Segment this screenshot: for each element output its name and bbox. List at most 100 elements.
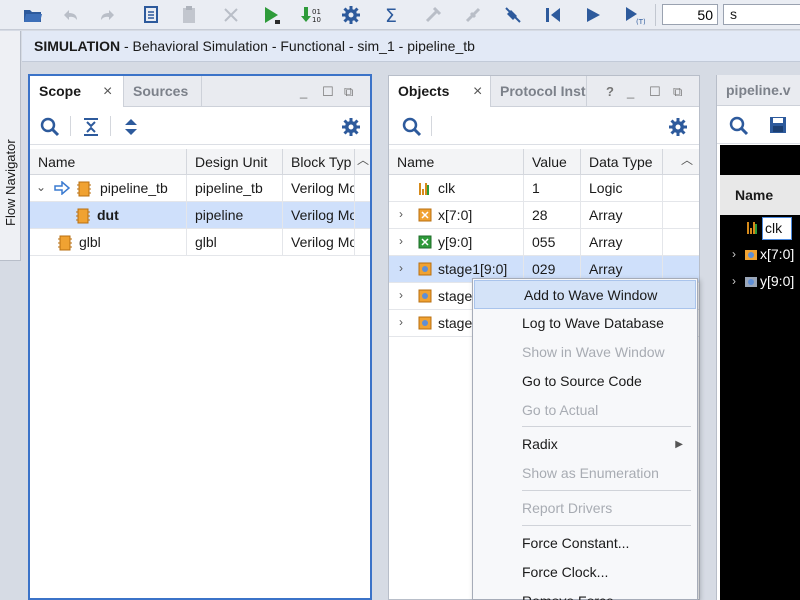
run-for-icon[interactable]: 01 10 [298, 2, 324, 28]
menu-item-remove-force[interactable]: Remove Force [473, 587, 697, 600]
maximize-icon[interactable]: ☐ [322, 84, 334, 100]
chevron-right-icon[interactable]: › [399, 261, 403, 275]
expand-chevron-icon[interactable]: ⌄ [36, 180, 46, 194]
object-row-y[interactable]: › y[9:0] 055 Array [389, 229, 699, 256]
tab-scope[interactable]: Scope × [30, 76, 124, 107]
help-icon[interactable]: ? [606, 84, 614, 99]
float-icon[interactable]: ⧉ [673, 84, 682, 100]
chevron-right-icon[interactable]: › [399, 288, 403, 302]
column-header-name[interactable]: Name [30, 149, 187, 175]
tab-objects[interactable]: Objects × [389, 76, 491, 107]
break-icon[interactable] [500, 2, 526, 28]
array-signal-icon [418, 235, 432, 249]
close-icon[interactable]: × [473, 76, 482, 107]
menu-item-show-in-wave-window[interactable]: Show in Wave Window [473, 338, 697, 367]
gear-icon[interactable] [668, 117, 688, 137]
scope-row-pipeline-tb[interactable]: ⌄ pipeline_tb pipeline_tb Verilog Mo [30, 175, 370, 202]
paste-icon[interactable] [176, 2, 202, 28]
logic-signal-icon [419, 183, 429, 195]
array-signal-icon [418, 316, 432, 330]
scope-name: dut [97, 202, 187, 229]
wave-signal-name[interactable]: clk [762, 217, 792, 240]
open-folder-icon[interactable] [20, 2, 46, 28]
chevron-right-icon[interactable]: › [399, 207, 403, 221]
flow-navigator-label[interactable]: Flow Navigator [3, 139, 18, 226]
scroll-up-icon[interactable]: ︿ [681, 151, 693, 168]
scope-table-header: Name Design Unit Block Typ ︿ [30, 149, 370, 175]
wave-row-clk[interactable]: clk [720, 215, 800, 242]
menu-item-add-to-wave-window[interactable]: Add to Wave Window [474, 280, 696, 309]
settings-icon[interactable] [338, 2, 364, 28]
chevron-right-icon[interactable]: › [732, 247, 736, 261]
wave-window-panel: pipeline.v Name clk › x[7:0] › y[9:0] [716, 75, 800, 600]
objects-toolbar [389, 107, 699, 145]
column-header-value[interactable]: Value [524, 149, 581, 175]
object-name: x[7:0] [438, 202, 524, 229]
svg-text:10: 10 [312, 16, 321, 24]
run-all-icon[interactable] [258, 2, 284, 28]
time-unit-select[interactable]: s [723, 4, 800, 25]
expand-all-icon[interactable] [122, 117, 140, 137]
delete-icon[interactable] [218, 2, 244, 28]
wave-name-header: Name [720, 175, 800, 215]
flow-navigator-collapsed[interactable]: Flow Navigator [0, 31, 21, 261]
collapse-all-icon[interactable] [82, 117, 100, 137]
search-icon[interactable] [40, 117, 60, 137]
wave-row-x[interactable]: › x[7:0] [720, 242, 800, 269]
chevron-right-icon[interactable]: › [732, 274, 736, 288]
menu-separator [522, 426, 691, 427]
menu-item-log-to-wave-database[interactable]: Log to Wave Database [473, 309, 697, 338]
minimize-icon[interactable]: _ [627, 84, 634, 99]
column-header-block-type[interactable]: Block Typ [283, 149, 355, 175]
menu-item-force-constant[interactable]: Force Constant... [473, 529, 697, 558]
object-row-clk[interactable]: clk 1 Logic [389, 175, 699, 202]
menu-item-go-to-actual[interactable]: Go to Actual [473, 396, 697, 425]
disabled-tool-icon[interactable] [420, 2, 446, 28]
maximize-icon[interactable]: ☐ [649, 84, 661, 100]
object-name: clk [438, 175, 524, 202]
copy-icon[interactable] [138, 2, 164, 28]
menu-item-report-drivers[interactable]: Report Drivers [473, 494, 697, 523]
logic-signal-icon [747, 222, 757, 234]
tab-pipeline-v[interactable]: pipeline.v [717, 75, 800, 106]
tab-protocol-inst[interactable]: Protocol Inst [491, 76, 587, 107]
save-icon[interactable] [769, 116, 787, 134]
main-toolbar: 0110 Σ (T) s [0, 0, 800, 30]
menu-item-go-to-source-code[interactable]: Go to Source Code [473, 367, 697, 396]
scope-design-unit: glbl [187, 229, 283, 256]
object-row-x[interactable]: › x[7:0] 28 Array [389, 202, 699, 229]
column-header-design-unit[interactable]: Design Unit [187, 149, 283, 175]
float-icon[interactable]: ⧉ [344, 84, 353, 100]
chevron-right-icon[interactable]: › [399, 234, 403, 248]
run-time-input[interactable] [662, 4, 718, 25]
scroll-up-icon[interactable]: ︿ [357, 151, 369, 168]
search-icon[interactable] [729, 116, 749, 136]
search-icon[interactable] [402, 117, 422, 137]
run-icon[interactable] [580, 2, 606, 28]
scope-row-glbl[interactable]: glbl glbl Verilog Mo [30, 229, 370, 256]
wave-name-area: Name clk › x[7:0] › y[9:0] [720, 145, 800, 600]
wave-signal-name: y[9:0] [760, 273, 795, 289]
close-icon[interactable]: × [103, 76, 112, 107]
current-scope-arrow-icon [54, 181, 70, 195]
restart-icon[interactable] [540, 2, 566, 28]
gear-icon[interactable] [341, 117, 361, 137]
column-header-data-type[interactable]: Data Type [581, 149, 663, 175]
menu-item-force-clock[interactable]: Force Clock... [473, 558, 697, 587]
step-icon[interactable]: (T) [621, 2, 647, 28]
redo-icon[interactable] [95, 2, 121, 28]
column-header-name[interactable]: Name [389, 149, 524, 175]
scope-block-type: Verilog Mo [283, 229, 355, 256]
chevron-right-icon[interactable]: › [399, 315, 403, 329]
module-icon [77, 181, 91, 197]
menu-item-show-as-enumeration[interactable]: Show as Enumeration [473, 459, 697, 488]
scope-row-dut[interactable]: dut pipeline Verilog Mo [30, 202, 370, 229]
wave-column-header-name[interactable]: Name [735, 187, 773, 203]
wave-row-y[interactable]: › y[9:0] [720, 269, 800, 296]
minimize-icon[interactable]: _ [300, 84, 307, 99]
sum-icon[interactable]: Σ [379, 2, 405, 28]
undo-icon[interactable] [57, 2, 83, 28]
menu-item-radix[interactable]: Radix ▶ [473, 430, 697, 459]
tab-sources[interactable]: Sources [124, 76, 202, 107]
disabled-tool2-icon[interactable] [460, 2, 486, 28]
